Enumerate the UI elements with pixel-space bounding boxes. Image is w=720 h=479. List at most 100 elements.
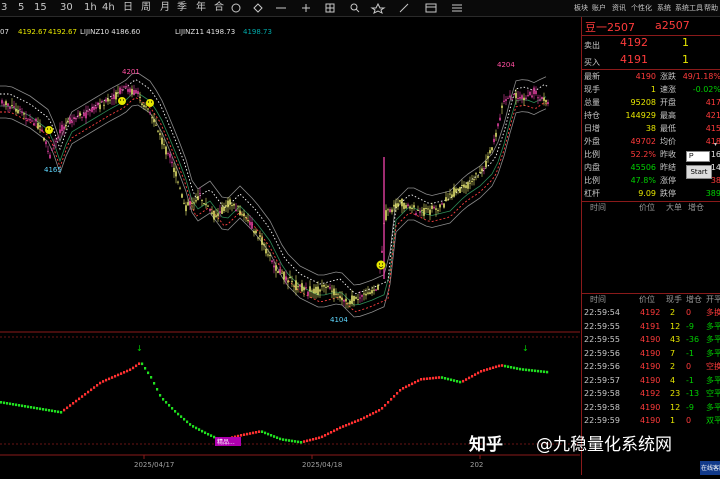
search-icon[interactable] [350, 3, 360, 13]
osc-dot [462, 379, 465, 383]
tick-cell-d: 多平 [706, 375, 720, 385]
tick-cell-t: 22:59:58 [584, 389, 620, 398]
candle-body [447, 199, 449, 201]
osc-dot [408, 384, 411, 387]
candle-body [219, 211, 221, 213]
period-week[interactable]: 周 [141, 1, 151, 15]
diamond-icon[interactable] [253, 3, 263, 13]
osc-dot [192, 425, 195, 428]
kline-chart[interactable]: 07 4192.67 4192.67 LIJINZ10 4186.60 LIJI… [0, 17, 580, 475]
osc-dot [432, 376, 435, 380]
osc-dot [300, 441, 303, 444]
candle-body [469, 182, 471, 184]
menu-system-tools[interactable]: 系统工具 [675, 2, 703, 14]
period-4h[interactable]: 4h [102, 1, 115, 15]
osc-dot [399, 389, 402, 392]
grid-icon[interactable] [325, 3, 335, 13]
candle-body [17, 110, 19, 114]
stat-label: 涨跌 [660, 72, 676, 81]
osc-dot [60, 411, 63, 414]
candle-body [31, 120, 33, 122]
menu-account[interactable]: 账户 [592, 2, 606, 14]
candle-body [365, 293, 367, 296]
candle-body [85, 112, 87, 119]
menu-system[interactable]: 系统 [657, 2, 671, 14]
period-month[interactable]: 月 [160, 1, 170, 15]
candle-body [275, 265, 277, 271]
osc-dot [117, 373, 120, 377]
candle-body [359, 297, 361, 299]
osc-dot [411, 382, 414, 386]
period-30[interactable]: 30 [60, 1, 73, 15]
menu-sector[interactable]: 板块 [574, 2, 588, 14]
circle-icon[interactable] [231, 3, 241, 13]
osc-dot [252, 431, 255, 435]
period-day[interactable]: 日 [123, 1, 133, 15]
osc-dot [366, 415, 369, 418]
osc-dot [138, 362, 141, 365]
menu-icon[interactable] [452, 4, 462, 12]
param-input[interactable] [686, 151, 710, 162]
osc-dot [456, 380, 459, 383]
tick-cell-c: -13 [686, 389, 700, 398]
sell-volume: 1 [682, 36, 689, 49]
candle-body [87, 110, 89, 112]
menu-help[interactable]: 帮助 [704, 2, 718, 14]
osc-dot [78, 397, 81, 401]
candle-body [1, 100, 3, 104]
candle-body [411, 207, 413, 209]
osc-dot [177, 412, 180, 416]
period-quarter[interactable]: 季 [177, 1, 187, 15]
candle-body [189, 200, 191, 206]
candle-body [51, 149, 53, 151]
tick-cell-t: 22:59:55 [584, 335, 620, 344]
candle-body [413, 205, 415, 208]
osc-dot [279, 437, 282, 441]
plus-icon[interactable] [302, 4, 310, 12]
draw-icon[interactable] [399, 3, 409, 13]
period-15[interactable]: 15 [34, 1, 47, 15]
osc-dot [99, 381, 102, 385]
osc-dot [390, 398, 393, 401]
candle-body [241, 214, 243, 216]
candle-body [329, 287, 331, 289]
candle-body [181, 194, 183, 198]
osc-dot [126, 369, 129, 373]
candle-body [293, 285, 295, 287]
candle-body [367, 292, 369, 294]
chevron-down-icon[interactable]: ▾ [714, 141, 717, 148]
period-year[interactable]: 年 [196, 1, 206, 15]
period-5[interactable]: 5 [18, 1, 24, 15]
chart-area[interactable]: 07 4192.67 4192.67 LIJINZ10 4186.60 LIJI… [0, 17, 580, 475]
period-3[interactable]: 3 [1, 1, 7, 15]
osc-dot [132, 366, 135, 370]
indicator-label-5: LIJINZ11 4198.73 [175, 28, 235, 36]
candle-body [205, 204, 207, 206]
candle-body [517, 97, 519, 100]
osc-dot [465, 378, 468, 381]
stat-label: 开盘 [660, 98, 676, 107]
candle-body [217, 213, 219, 217]
period-1h[interactable]: 1h [84, 1, 97, 15]
osc-dot [12, 403, 15, 406]
osc-dot [42, 408, 45, 411]
layout-icon[interactable] [425, 3, 437, 13]
tick-cell-d: 多平 [706, 335, 720, 344]
candle-body [39, 125, 41, 128]
period-combined[interactable]: 合 [214, 1, 224, 15]
start-button[interactable]: Start [686, 165, 712, 179]
tick-cell-d: 多平 [706, 402, 720, 412]
candle-body [451, 194, 453, 198]
star-icon[interactable] [370, 2, 386, 14]
osc-dot [120, 372, 123, 375]
candle-body [195, 200, 197, 202]
osc-dot [249, 432, 252, 435]
corner-badge[interactable]: 在线客服 [700, 461, 720, 475]
candle-body [495, 132, 497, 137]
menu-news[interactable]: 资讯 [612, 2, 626, 14]
candle-body [213, 210, 215, 220]
menu-personalize[interactable]: 个性化 [631, 2, 652, 14]
candle-body [103, 104, 105, 106]
candle-body [309, 286, 311, 292]
candle-body [489, 150, 491, 154]
